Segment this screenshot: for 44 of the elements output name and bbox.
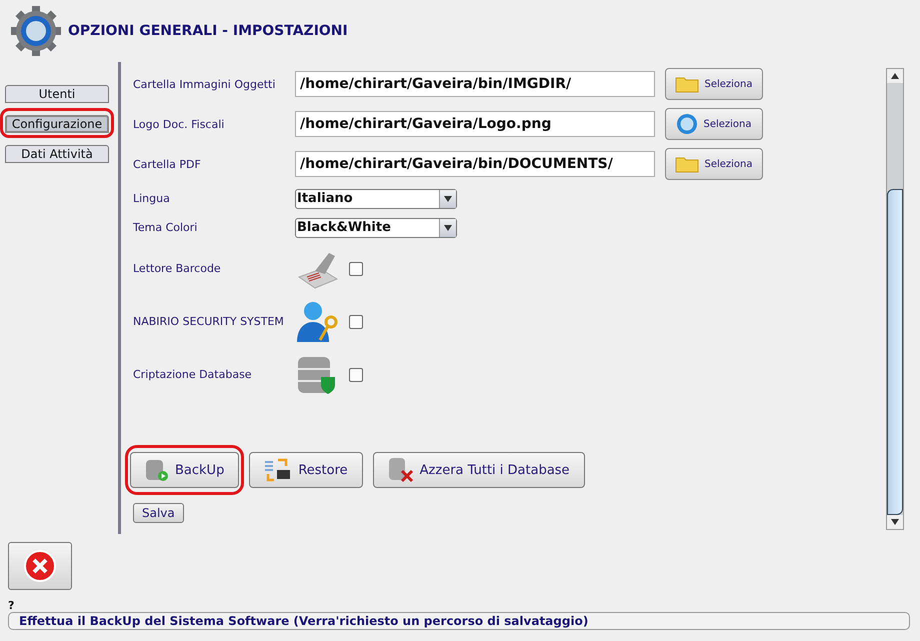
option-label: Lettore Barcode (133, 262, 222, 275)
field-label: Cartella PDF (133, 158, 202, 170)
select-button[interactable]: Seleziona (665, 68, 763, 100)
status-bar: Effettua il BackUp del Sistema Software (Verra'richiesto un percorso di salvataggio) (8, 612, 910, 630)
scroll-up-icon[interactable] (891, 73, 899, 79)
field-label: Tema Colori (133, 221, 198, 234)
select-button[interactable]: Seleziona (665, 148, 763, 180)
folder-icon (675, 75, 700, 93)
path-field[interactable]: /home/chirart/Gaveira/Logo.png (295, 111, 655, 137)
checkbox[interactable] (349, 368, 363, 382)
field-label: Lingua (133, 192, 171, 205)
checkbox[interactable] (349, 314, 363, 328)
folder-icon (675, 155, 700, 173)
database-delete-icon (388, 457, 414, 483)
gear-icon (10, 5, 62, 57)
select-button[interactable]: Seleziona (665, 108, 763, 140)
path-field[interactable]: /home/chirart/Gaveira/bin/IMGDIR/ (295, 71, 655, 97)
path-field[interactable]: /home/chirart/Gaveira/bin/DOCUMENTS/ (295, 151, 655, 177)
field-label: Logo Doc. Fiscali (133, 118, 226, 130)
transfer-icon (264, 458, 292, 482)
save-button[interactable]: Salva (133, 503, 184, 523)
close-button[interactable] (8, 542, 72, 590)
logo-icon (676, 113, 698, 135)
option-label: NABIRIO SECURITY SYSTEM (133, 315, 285, 328)
action-button[interactable]: BackUp (130, 452, 240, 488)
caret-icon (444, 196, 452, 202)
action-button[interactable]: Azzera Tutti i Database (372, 452, 585, 488)
dropdown[interactable]: Italiano (295, 188, 457, 208)
scrollbar[interactable] (886, 68, 904, 530)
window-title: OPZIONI GENERALI - IMPOSTAZIONI (68, 23, 348, 39)
checkbox[interactable] (349, 262, 363, 276)
close-icon (23, 549, 57, 583)
help-mark: ? (8, 599, 14, 612)
tab[interactable]: Utenti (5, 85, 109, 103)
tab[interactable]: Dati Attività (5, 145, 109, 163)
option-label: Criptazione Database (133, 368, 253, 381)
database-play-icon (145, 458, 169, 482)
dropdown[interactable]: Black&White (295, 218, 457, 238)
field-label: Cartella Immagini Oggetti (133, 78, 276, 90)
scroll-down-icon[interactable] (891, 519, 899, 525)
user-key-icon (295, 300, 339, 344)
tab[interactable]: Configurazione (5, 115, 109, 133)
caret-icon (444, 224, 452, 230)
action-button[interactable]: Restore (249, 452, 363, 488)
